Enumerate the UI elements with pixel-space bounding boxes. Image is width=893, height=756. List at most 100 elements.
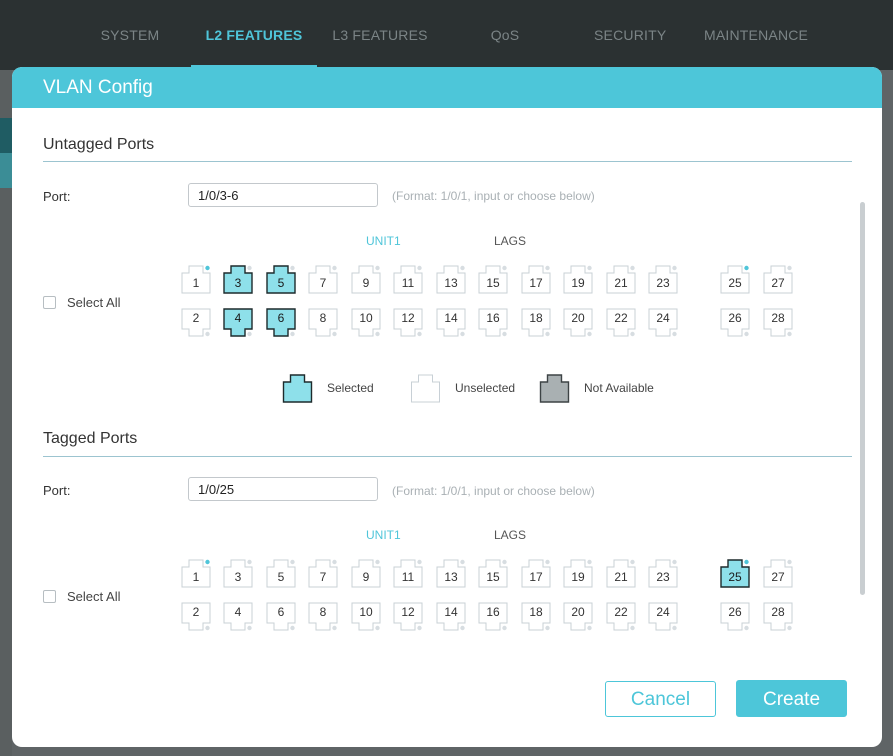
port-7-button[interactable]: 7 [308,558,338,588]
port-25-button[interactable]: 25 [720,558,750,588]
nav-tab-system[interactable]: SYSTEM [100,0,160,70]
port-23-button[interactable]: 23 [648,558,678,588]
port-15-button[interactable]: 15 [478,558,508,588]
tagged-select-all[interactable]: Select All [43,588,120,604]
port-number: 11 [401,276,415,290]
port-16-button[interactable]: 16 [478,602,508,632]
nav-tab-maintenance[interactable]: MAINTENANCE [704,0,808,70]
port-number: 14 [444,311,458,325]
port-14-button[interactable]: 14 [436,602,466,632]
port-5-button[interactable]: 5 [266,264,296,294]
port-27-button[interactable]: 27 [763,558,793,588]
port-24-button[interactable]: 24 [648,308,678,338]
port-2-button[interactable]: 2 [181,308,211,338]
port-23-button[interactable]: 23 [648,264,678,294]
legend-not-available-label: Not Available [584,381,654,395]
port-21-button[interactable]: 21 [606,558,636,588]
untagged-lags-label: LAGS [494,234,527,248]
port-10-button[interactable]: 10 [351,602,381,632]
port-4-button[interactable]: 4 [223,602,253,632]
port-number: 7 [319,570,327,584]
port-number: 9 [362,276,370,290]
port-25-button[interactable]: 25 [720,264,750,294]
port-number: 21 [614,570,628,584]
port-number: 4 [234,311,242,325]
port-11-button[interactable]: 11 [393,558,423,588]
port-number: 13 [444,276,458,290]
port-19-button[interactable]: 19 [563,558,593,588]
port-number: 6 [277,311,285,325]
port-number: 10 [359,605,373,619]
port-number: 28 [771,605,785,619]
port-8-button[interactable]: 8 [308,602,338,632]
port-27-button[interactable]: 27 [763,264,793,294]
port-20-button[interactable]: 20 [563,602,593,632]
port-17-button[interactable]: 17 [521,264,551,294]
port-13-button[interactable]: 13 [436,558,466,588]
dialog-scrollbar[interactable] [860,202,865,595]
port-26-button[interactable]: 26 [720,602,750,632]
port-number: 16 [486,311,500,325]
port-20-button[interactable]: 20 [563,308,593,338]
port-4-button[interactable]: 4 [223,308,253,338]
nav-tab-l3-features[interactable]: L3 FEATURES [332,0,428,70]
port-number: 14 [444,605,458,619]
select-all-checkbox[interactable] [43,295,56,309]
port-number: 20 [571,605,585,619]
port-26-button[interactable]: 26 [720,308,750,338]
nav-tab-qos[interactable]: QoS [490,0,520,70]
port-17-button[interactable]: 17 [521,558,551,588]
port-28-button[interactable]: 28 [763,308,793,338]
port-number: 8 [319,605,327,619]
port-number: 17 [529,276,543,290]
cancel-button[interactable]: Cancel [605,681,716,717]
port-12-button[interactable]: 12 [393,602,423,632]
port-2-button[interactable]: 2 [181,602,211,632]
port-18-button[interactable]: 18 [521,308,551,338]
port-number: 24 [656,605,670,619]
port-6-button[interactable]: 6 [266,602,296,632]
port-18-button[interactable]: 18 [521,602,551,632]
nav-tab-l2-features[interactable]: L2 FEATURES [191,0,317,70]
port-number: 12 [401,311,415,325]
port-9-button[interactable]: 9 [351,264,381,294]
port-8-button[interactable]: 8 [308,308,338,338]
untagged-port-input[interactable] [188,183,378,207]
port-24-button[interactable]: 24 [648,602,678,632]
port-28-button[interactable]: 28 [763,602,793,632]
nav-tab-security[interactable]: SECURITY [594,0,666,70]
background-menu-item-active [0,153,12,188]
port-number: 5 [277,570,285,584]
tagged-format-hint: (Format: 1/0/1, input or choose below) [392,484,595,498]
port-19-button[interactable]: 19 [563,264,593,294]
port-number: 23 [656,570,670,584]
port-9-button[interactable]: 9 [351,558,381,588]
port-6-button[interactable]: 6 [266,308,296,338]
port-number: 10 [359,311,373,325]
port-1-button[interactable]: 1 [181,264,211,294]
port-14-button[interactable]: 14 [436,308,466,338]
untagged-select-all[interactable]: Select All [43,294,120,310]
port-3-button[interactable]: 3 [223,558,253,588]
port-7-button[interactable]: 7 [308,264,338,294]
select-all-label: Select All [67,588,121,604]
tagged-port-input[interactable] [188,477,378,501]
port-1-button[interactable]: 1 [181,558,211,588]
port-16-button[interactable]: 16 [478,308,508,338]
port-22-button[interactable]: 22 [606,308,636,338]
create-button[interactable]: Create [736,680,847,717]
port-number: 26 [728,605,742,619]
port-10-button[interactable]: 10 [351,308,381,338]
port-15-button[interactable]: 15 [478,264,508,294]
port-11-button[interactable]: 11 [393,264,423,294]
port-3-button[interactable]: 3 [223,264,253,294]
legend-selected: Selected [268,373,374,403]
untagged-ports-title: Untagged Ports [43,136,155,153]
select-all-checkbox[interactable] [43,589,56,603]
port-5-button[interactable]: 5 [266,558,296,588]
port-13-button[interactable]: 13 [436,264,466,294]
port-12-button[interactable]: 12 [393,308,423,338]
port-21-button[interactable]: 21 [606,264,636,294]
port-number: 15 [486,276,500,290]
port-22-button[interactable]: 22 [606,602,636,632]
